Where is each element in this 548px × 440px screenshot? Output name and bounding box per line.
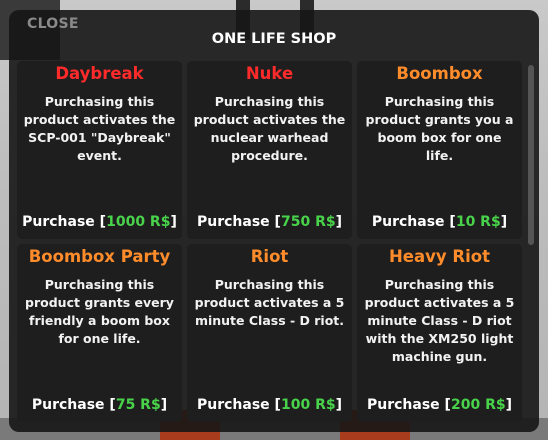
product-price: 75 R$ xyxy=(115,397,161,413)
purchase-button[interactable]: Purchase [75 R$] xyxy=(17,397,182,413)
product-name: Nuke xyxy=(245,64,294,83)
product-card-daybreak[interactable]: Daybreak Purchasing this product activat… xyxy=(17,61,182,239)
close-button[interactable]: CLOSE xyxy=(27,16,79,32)
purchase-label: Purchase xyxy=(367,397,440,413)
purchase-label: Purchase xyxy=(371,214,445,230)
product-card-boombox[interactable]: Boombox Purchasing this product grants y… xyxy=(357,61,522,239)
purchase-button[interactable]: Purchase [1000 R$] xyxy=(17,214,182,230)
product-description: Purchasing this product activates a 5 mi… xyxy=(364,277,515,364)
product-description: Purchasing this product activates a 5 mi… xyxy=(194,277,345,328)
product-price: 10 R$ xyxy=(455,214,501,230)
product-price: 100 R$ xyxy=(280,397,336,413)
purchase-button[interactable]: Purchase [750 R$] xyxy=(187,214,352,230)
purchase-label: Purchase xyxy=(22,214,95,230)
product-price: 1000 R$ xyxy=(106,214,171,230)
purchase-button[interactable]: Purchase [10 R$] xyxy=(357,214,522,230)
product-price: 750 R$ xyxy=(280,214,336,230)
product-name: Boombox Party xyxy=(28,247,171,266)
purchase-label: Purchase xyxy=(31,397,105,413)
product-card-heavy-riot[interactable]: Heavy Riot Purchasing this product activ… xyxy=(357,244,522,422)
scrollbar[interactable] xyxy=(528,65,534,245)
product-card-riot[interactable]: Riot Purchasing this product activates a… xyxy=(187,244,352,422)
product-description: Purchasing this product activates the SC… xyxy=(23,94,176,163)
product-description: Purchasing this product grants every fri… xyxy=(25,277,174,346)
product-description: Purchasing this product activates the nu… xyxy=(193,94,346,163)
product-name: Riot xyxy=(250,247,289,266)
purchase-button[interactable]: Purchase [100 R$] xyxy=(187,397,352,413)
product-grid: Daybreak Purchasing this product activat… xyxy=(17,61,522,423)
product-price: 200 R$ xyxy=(450,397,506,413)
product-name: Heavy Riot xyxy=(389,247,490,266)
product-name: Boombox xyxy=(396,64,483,83)
product-description: Purchasing this product grants you a boo… xyxy=(365,94,514,163)
product-card-boombox-party[interactable]: Boombox Party Purchasing this product gr… xyxy=(17,244,182,422)
shop-title: ONE LIFE SHOP xyxy=(211,31,337,47)
purchase-label: Purchase xyxy=(197,397,270,413)
purchase-button[interactable]: Purchase [200 R$] xyxy=(357,397,522,413)
purchase-label: Purchase xyxy=(197,214,270,230)
product-card-nuke[interactable]: Nuke Purchasing this product activates t… xyxy=(187,61,352,239)
game-scene: CLOSE ONE LIFE SHOP Daybreak Purchasing … xyxy=(0,0,548,440)
one-life-shop-panel: CLOSE ONE LIFE SHOP Daybreak Purchasing … xyxy=(9,10,539,432)
product-name: Daybreak xyxy=(55,64,144,83)
